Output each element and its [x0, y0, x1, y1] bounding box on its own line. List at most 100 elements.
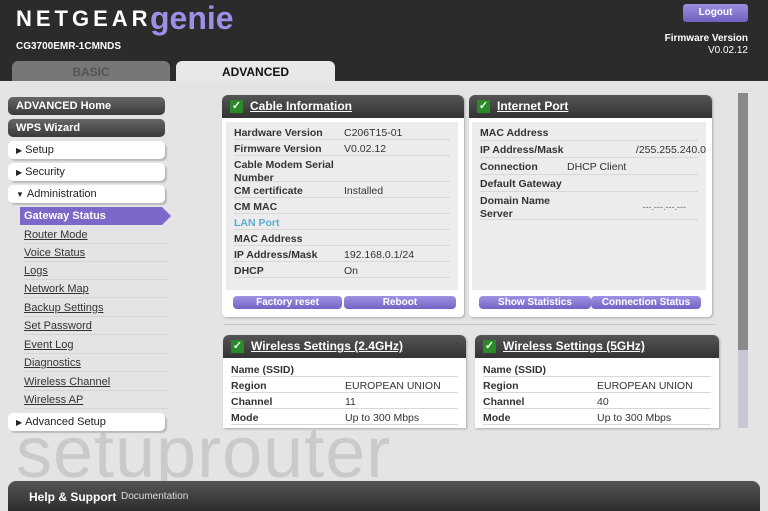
- logout-button[interactable]: Logout: [683, 4, 748, 22]
- scrollbar-thumb[interactable]: [738, 93, 748, 350]
- sub-label: Wireless AP: [24, 394, 84, 406]
- info-row: CM certificate Installed: [234, 182, 450, 198]
- row-label: DHCP: [234, 265, 264, 277]
- sub-label: Logs: [24, 265, 48, 277]
- model-name: CG3700EMR-1CMNDS: [16, 41, 122, 52]
- internet-port-panel: ✓ Internet Port MAC Address IP Address/Mas…: [469, 95, 712, 317]
- info-row: CM MAC: [234, 198, 450, 214]
- row-label: CM certificate: [234, 185, 303, 197]
- cable-information-panel: ✓ Cable Information Hardware Version C206T…: [222, 95, 464, 317]
- sub-label: Event Log: [24, 339, 74, 351]
- sidebar-item-network-map[interactable]: Network Map: [24, 280, 168, 298]
- row-label: CM MAC: [234, 201, 278, 213]
- firmware-label: Firmware Version: [664, 33, 748, 44]
- rows: Name (SSID) Region EUROPEAN UNION Channel 11…: [223, 358, 466, 428]
- sidebar-item-set-password[interactable]: Set Password: [24, 317, 168, 335]
- check-icon: ✓: [231, 340, 244, 353]
- section-label: Setup: [25, 144, 54, 156]
- row-value: Up to 300 Mbps: [597, 412, 672, 424]
- check-icon: ✓: [230, 100, 243, 113]
- sidebar-section-advanced-setup[interactable]: ▶ Advanced Setup: [8, 413, 165, 431]
- row-value: 40: [597, 396, 609, 408]
- reboot-button[interactable]: Reboot: [344, 296, 456, 309]
- row-value: Up to 300 Mbps: [345, 412, 420, 424]
- sub-label: Backup Settings: [24, 302, 104, 314]
- info-row: Cable Modem Serial Number: [234, 156, 450, 184]
- wireless-24-link[interactable]: Wireless Settings (2.4GHz): [251, 339, 403, 353]
- info-row: Region EUROPEAN UNION: [483, 377, 711, 393]
- sub-label: Wireless Channel: [24, 376, 111, 388]
- sidebar-item-event-log[interactable]: Event Log: [24, 336, 168, 354]
- info-row: Mode Up to 300 Mbps: [483, 409, 711, 425]
- sub-label: Router Mode: [24, 229, 88, 241]
- row-label: Channel: [483, 396, 525, 408]
- row-label: MAC Address: [480, 127, 549, 139]
- wireless-5-panel: ✓ Wireless Settings (5GHz) Name (SSID) Reg…: [475, 335, 719, 428]
- row-value: 11: [345, 396, 356, 408]
- rows: MAC Address IP Address/Mask/255.255.240.0…: [472, 122, 706, 290]
- row-value: 192.168.0.1/24: [344, 249, 415, 261]
- help-support-link[interactable]: Help & Support: [29, 490, 116, 504]
- triangle-right-icon: ▶: [16, 418, 23, 427]
- panel-header: ✓ Internet Port: [469, 95, 712, 118]
- sidebar-item-wireless-ap[interactable]: Wireless AP: [24, 391, 168, 409]
- show-statistics-button[interactable]: Show Statistics: [479, 296, 591, 309]
- firmware-value: V0.02.12: [707, 45, 748, 56]
- info-row: Channel 40: [483, 393, 711, 409]
- row-label: Firmware Version: [234, 143, 322, 155]
- factory-reset-button[interactable]: Factory reset: [233, 296, 342, 309]
- sub-label: Voice Status: [24, 247, 86, 259]
- sidebar-item-voice-status[interactable]: Voice Status: [24, 244, 168, 262]
- panel-header: ✓ Wireless Settings (2.4GHz): [223, 335, 466, 358]
- row-label: Mode: [483, 412, 511, 424]
- info-row: Firmware Version V0.02.12: [234, 140, 450, 156]
- row-label: Connection: [480, 161, 538, 173]
- sub-label: Network Map: [24, 283, 89, 295]
- row-value: EUROPEAN UNION: [597, 380, 693, 392]
- row-label: Region: [231, 380, 267, 392]
- check-icon: ✓: [483, 340, 496, 353]
- panel-header: ✓ Cable Information: [222, 95, 464, 118]
- triangle-right-icon: ▶: [16, 168, 23, 177]
- divider: [224, 324, 716, 325]
- genie-logo: genie: [150, 0, 234, 36]
- row-value: EUROPEAN UNION: [345, 380, 441, 392]
- sidebar-item-router-mode[interactable]: Router Mode: [24, 226, 168, 244]
- sidebar-section-security[interactable]: ▶ Security: [8, 163, 165, 181]
- sidebar-item-diagnostics[interactable]: Diagnostics: [24, 354, 168, 372]
- row-label: Domain Name Server: [480, 195, 551, 220]
- info-row: Channel 11: [231, 393, 458, 409]
- row-value: /255.255.240.0: [635, 144, 706, 156]
- connection-status-button[interactable]: Connection Status: [591, 296, 701, 309]
- documentation-link[interactable]: Documentation: [121, 491, 188, 502]
- cable-information-link[interactable]: Cable Information: [250, 99, 352, 113]
- info-row: Hardware Version C206T15-01: [234, 124, 450, 140]
- tab-basic[interactable]: BASIC: [12, 61, 170, 81]
- row-label: LAN Port: [234, 217, 280, 229]
- sidebar-item-gateway-status[interactable]: Gateway Status: [20, 207, 171, 225]
- sidebar-item-advanced-home[interactable]: ADVANCED Home: [8, 97, 165, 115]
- info-row: LAN Port: [234, 214, 450, 230]
- wireless-24-panel: ✓ Wireless Settings (2.4GHz) Name (SSID) R…: [223, 335, 466, 428]
- sidebar-item-backup-settings[interactable]: Backup Settings: [24, 299, 168, 317]
- info-row: Region EUROPEAN UNION: [231, 377, 458, 393]
- row-label: Channel: [231, 396, 273, 408]
- sidebar-item-wireless-channel[interactable]: Wireless Channel: [24, 373, 168, 391]
- info-row: Name (SSID): [483, 361, 711, 377]
- sidebar-item-logs[interactable]: Logs: [24, 262, 168, 280]
- wireless-5-link[interactable]: Wireless Settings (5GHz): [503, 339, 645, 353]
- sidebar-section-setup[interactable]: ▶ Setup: [8, 141, 165, 159]
- internet-port-link[interactable]: Internet Port: [497, 99, 568, 113]
- triangle-right-icon: ▶: [16, 146, 23, 155]
- row-value: Installed: [344, 185, 384, 197]
- firmware-info: Firmware Version V0.02.12: [665, 33, 748, 57]
- sidebar-item-wps-wizard[interactable]: WPS Wizard: [8, 119, 165, 137]
- section-label: Security: [25, 166, 65, 178]
- tab-advanced[interactable]: ADVANCED: [176, 61, 335, 81]
- info-row: Name (SSID): [231, 361, 458, 377]
- section-label: Administration: [26, 188, 97, 200]
- triangle-down-icon: ▼: [16, 190, 24, 199]
- sidebar-section-administration[interactable]: ▼ Administration: [8, 185, 165, 203]
- rows: Name (SSID) Region EUROPEAN UNION Channel 40…: [475, 358, 719, 428]
- row-value: V0.02.12: [344, 143, 387, 155]
